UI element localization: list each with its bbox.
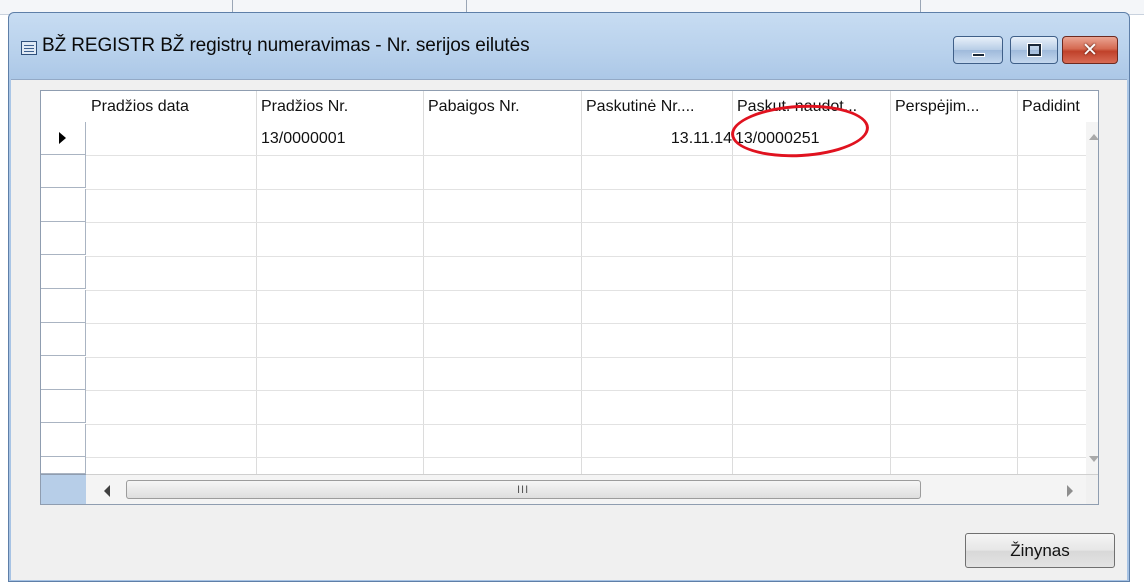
scrollbar-corner [1086,474,1098,504]
current-row-pointer-icon [59,132,66,144]
row-divider [41,357,1086,358]
row-selector[interactable] [41,457,86,474]
column-header-increment[interactable]: Padidint [1017,91,1086,122]
background-divider [232,0,233,12]
vertical-scrollbar[interactable] [1086,122,1098,474]
row-selector[interactable] [41,290,86,323]
window-title: BŽ REGISTR BŽ registrų numeravimas - Nr.… [42,35,530,56]
column-header-start-no[interactable]: Pradžios Nr. [256,91,423,122]
row-divider [41,457,1086,458]
number-series-lines-window: BŽ REGISTR BŽ registrų numeravimas - Nr.… [8,12,1130,582]
scroll-down-icon[interactable] [1089,456,1098,462]
grid-corner-selector[interactable] [41,474,86,504]
row-divider [41,222,1086,223]
scroll-grip-icon: III [517,484,530,496]
scroll-right-icon[interactable] [1067,485,1073,497]
help-button[interactable]: Žinynas [965,533,1115,568]
close-icon: ✕ [1082,40,1098,61]
background-divider [920,0,921,12]
row-selector[interactable] [41,424,86,457]
row-divider [41,189,1086,190]
background-divider [466,0,467,12]
client-area: Pradžios data Pradžios Nr. Pabaigos Nr. … [11,79,1127,580]
row-divider [41,390,1086,391]
scroll-up-icon[interactable] [1089,134,1098,140]
row-divider [41,155,1086,156]
column-header-warning-no[interactable]: Perspėjim... [890,91,1017,122]
row-selector[interactable] [41,357,86,390]
row-divider [41,424,1086,425]
cell-warning-no[interactable] [890,122,1017,155]
minimize-icon [972,53,985,57]
row-selector[interactable] [41,189,86,222]
cell-increment[interactable] [1017,122,1086,155]
row-selector[interactable] [41,323,86,356]
cell-start-date[interactable] [86,122,256,155]
row-selector[interactable] [41,155,86,188]
maximize-icon [1027,43,1042,57]
scroll-left-icon[interactable] [104,485,110,497]
number-series-grid[interactable]: Pradžios data Pradžios Nr. Pabaigos Nr. … [40,90,1099,505]
horizontal-scrollbar[interactable]: III [86,474,1086,504]
cell-last-date[interactable]: 13.11.14 [581,122,732,155]
column-header-last-date[interactable]: Paskutinė Nr.... [581,91,732,122]
close-button[interactable]: ✕ [1062,36,1118,64]
maximize-button[interactable] [1010,36,1058,64]
horizontal-scroll-thumb[interactable]: III [126,480,921,499]
row-divider [41,290,1086,291]
form-icon[interactable] [21,41,37,55]
row-selector[interactable] [41,390,86,423]
cell-end-no[interactable] [423,122,581,155]
column-header-end-no[interactable]: Pabaigos Nr. [423,91,581,122]
row-selector[interactable] [41,256,86,289]
row-divider [41,323,1086,324]
minimize-button[interactable] [953,36,1003,64]
row-divider [41,256,1086,257]
cell-start-no[interactable]: 13/0000001 [256,122,423,155]
row-selector[interactable] [41,222,86,255]
row-selector-current[interactable] [41,122,86,155]
title-bar[interactable]: BŽ REGISTR BŽ registrų numeravimas - Nr.… [9,13,1129,83]
column-header-start-date[interactable]: Pradžios data [86,91,256,122]
